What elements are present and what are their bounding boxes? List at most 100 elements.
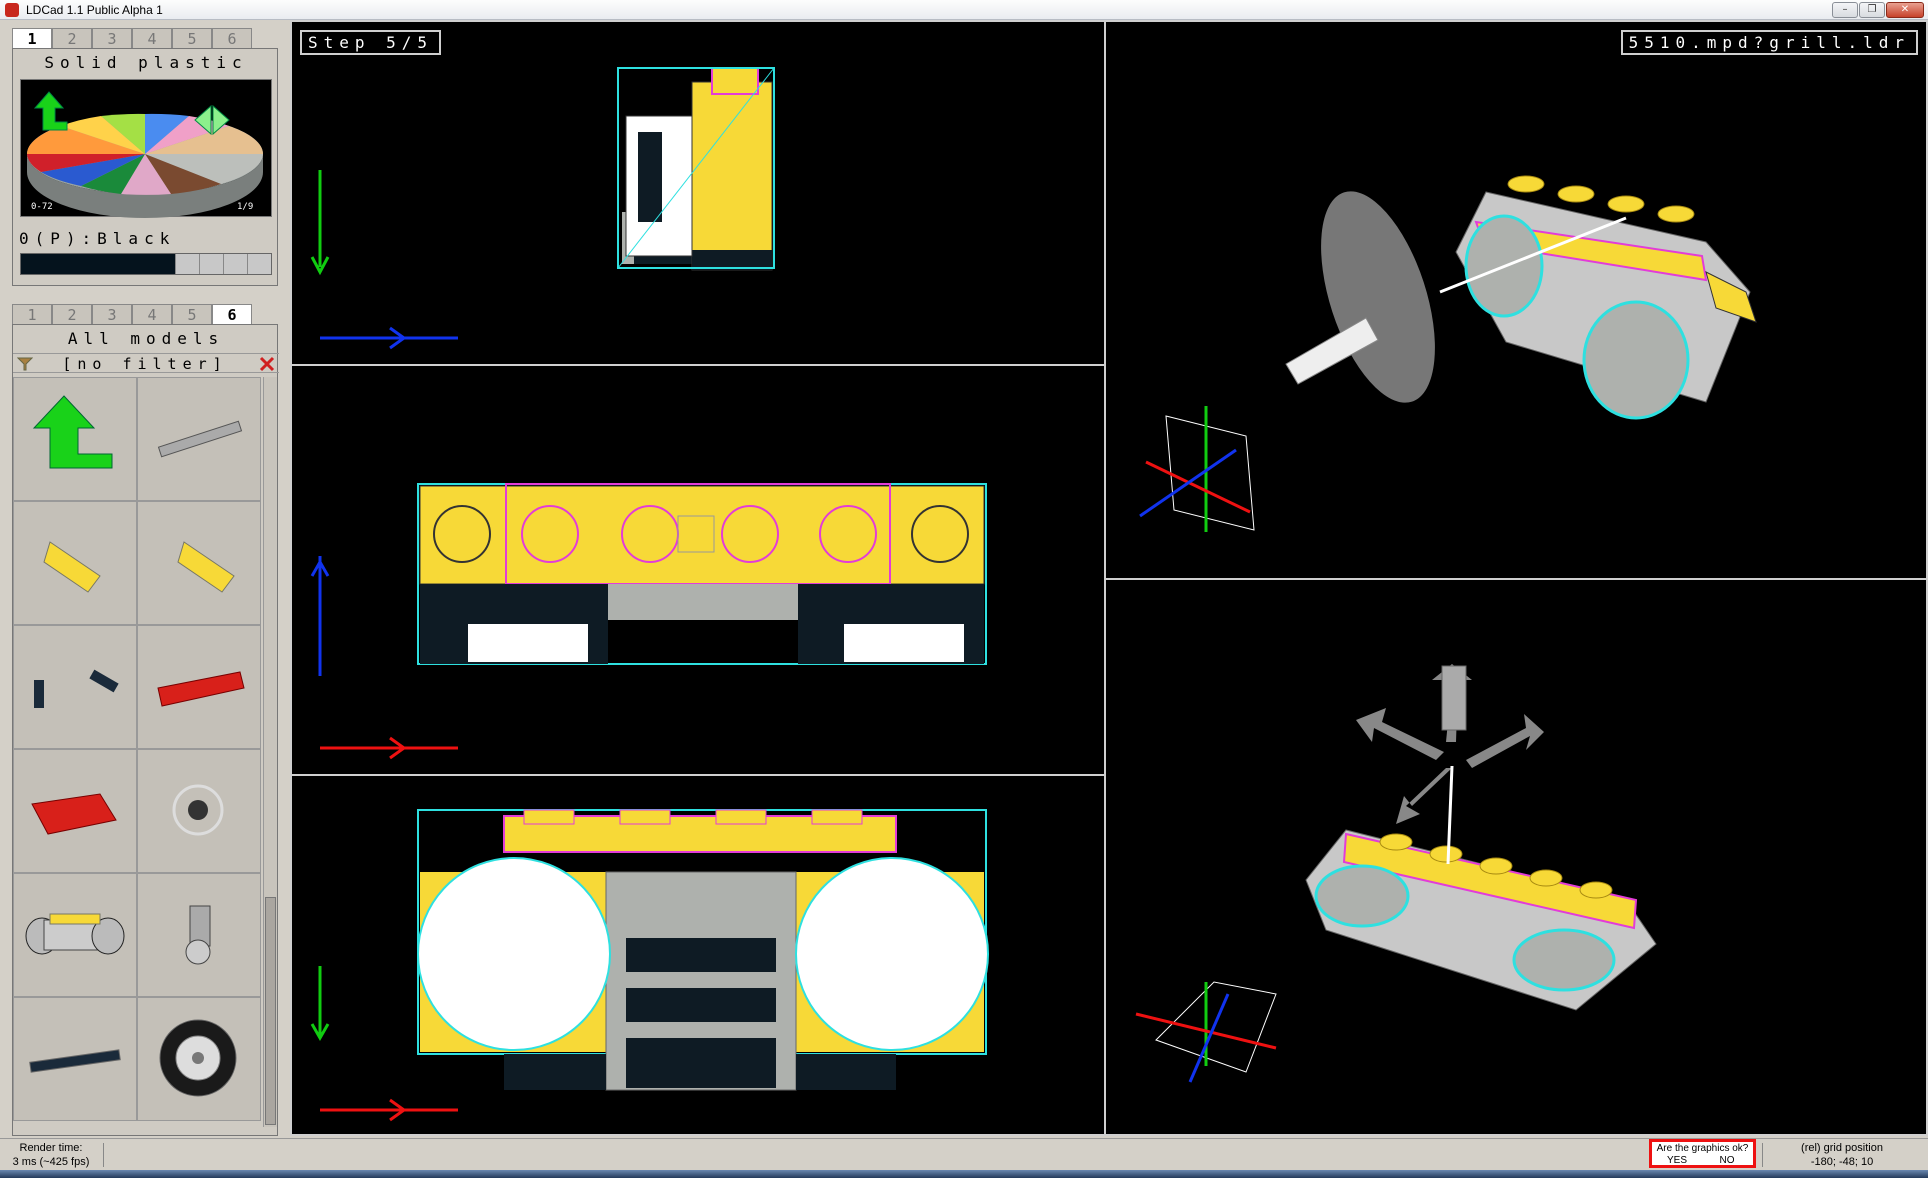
part-pin — [1441, 665, 1467, 731]
red-plate-4x6-icon — [31, 793, 117, 835]
part-bin-item[interactable] — [137, 873, 261, 997]
parts-scrollbar[interactable] — [263, 377, 277, 1127]
recent-color-swatch[interactable] — [175, 254, 199, 274]
color-wheel-area[interactable]: 0-72 1/9 — [20, 79, 272, 218]
color-bin-panel: 1 2 3 4 5 6 Solid plastic 0-72 1/9 0(P):… — [0, 28, 290, 290]
parts-bin-panel: 1 2 3 4 5 6 All models [no filter] — [0, 304, 290, 1136]
part-bin-item[interactable] — [137, 501, 261, 625]
technic-beam-part-icon — [157, 420, 243, 458]
color-tab-2[interactable]: 2 — [52, 28, 92, 48]
yellow-wedge-plate-right-icon — [177, 541, 235, 593]
recent-color-swatch[interactable] — [247, 254, 271, 274]
parts-tab-5[interactable]: 5 — [172, 304, 212, 324]
current-color-name: 0(P):Black — [19, 229, 176, 248]
color-tab-6[interactable]: 6 — [212, 28, 252, 48]
recent-color-swatch[interactable] — [223, 254, 247, 274]
close-button[interactable]: ✕ — [1886, 2, 1924, 18]
stud — [1579, 881, 1613, 899]
grid-plane — [1165, 415, 1255, 531]
color-wheel-svg — [27, 91, 263, 218]
black-technic-axle-icon — [29, 1049, 121, 1073]
viewport-3d-bottom[interactable] — [1104, 578, 1928, 1136]
part-bin-item[interactable] — [13, 997, 137, 1121]
up-level-arrow-icon — [32, 395, 113, 469]
stud — [1529, 869, 1563, 887]
part-bin-item[interactable] — [13, 873, 137, 997]
status-divider — [103, 1143, 104, 1167]
stud — [523, 809, 575, 825]
viewport-3d-bottom-scene — [1135, 664, 1657, 1083]
color-tab-3[interactable]: 3 — [92, 28, 132, 48]
color-tab-1[interactable]: 1 — [12, 28, 52, 48]
viewport-3d-top-scene — [1139, 175, 1757, 532]
current-color-swatch[interactable] — [21, 254, 175, 274]
filter-icon[interactable] — [17, 356, 33, 372]
brick-part — [504, 1054, 606, 1090]
wheel-part — [1314, 864, 1410, 928]
recent-color-swatch[interactable] — [199, 254, 223, 274]
color-range-label: 0-72 — [31, 202, 53, 212]
graphics-question: Are the graphics ok? — [1656, 1143, 1749, 1154]
hinge-part-icon — [185, 905, 211, 965]
wheel-part — [795, 857, 989, 1051]
selected-part — [711, 67, 759, 95]
wheel-part — [417, 857, 611, 1051]
maximize-button[interactable]: ❐ — [1859, 2, 1885, 18]
window-title: LDCad 1.1 Public Alpha 1 — [26, 3, 163, 17]
parts-tab-6[interactable]: 6 — [212, 304, 252, 324]
graphics-no-button[interactable]: NO — [1712, 1155, 1742, 1166]
part-bin-item[interactable] — [137, 749, 261, 873]
parts-grid — [13, 377, 261, 1127]
rotation-disc-handle[interactable] — [1298, 178, 1457, 417]
red-plate-2x6-icon — [157, 671, 245, 707]
grid-plane — [1155, 981, 1277, 1073]
viewport-side[interactable] — [290, 774, 1106, 1136]
part-bin-item[interactable] — [13, 377, 137, 501]
parts-tab-4[interactable]: 4 — [132, 304, 172, 324]
up-arrow-icon[interactable] — [33, 91, 68, 131]
move-arrow-left[interactable] — [1356, 708, 1444, 760]
os-taskbar — [0, 1170, 1928, 1178]
stud — [619, 809, 671, 825]
grill-submodel-icon — [25, 913, 125, 955]
part-bin-item[interactable] — [137, 625, 261, 749]
stud — [1607, 195, 1645, 213]
minimize-button[interactable]: – — [1832, 2, 1858, 18]
viewport-front-scene — [310, 483, 987, 760]
filter-bar[interactable]: [no filter] — [13, 353, 279, 373]
graphics-yes-button[interactable]: YES — [1662, 1155, 1692, 1166]
render-time-label: Render time: — [19, 1142, 83, 1154]
parts-scrollbar-thumb[interactable] — [265, 897, 276, 1125]
stud — [1479, 857, 1513, 875]
model-path-label[interactable]: 5510.mpd?grill.ldr — [1620, 30, 1918, 55]
clear-filter-icon[interactable] — [259, 356, 275, 372]
axis-x — [1145, 460, 1251, 514]
part-bin-item[interactable] — [13, 749, 137, 873]
grill-slot — [626, 1038, 776, 1088]
part-bin-item[interactable] — [13, 625, 137, 749]
move-arrow-right[interactable] — [1466, 714, 1544, 768]
parts-tab-2[interactable]: 2 — [52, 304, 92, 324]
viewport-front[interactable] — [290, 364, 1106, 776]
parts-bin-frame: All models [no filter] — [12, 324, 279, 1136]
color-tab-5[interactable]: 5 — [172, 28, 212, 48]
yellow-wedge-plate-left-icon — [43, 541, 101, 593]
viewport-3d-top[interactable]: 5510.mpd?grill.ldr — [1104, 20, 1928, 580]
brick-part — [691, 81, 773, 271]
color-bin-tabs: 1 2 3 4 5 6 — [12, 28, 252, 48]
part-bin-item[interactable] — [137, 997, 261, 1121]
parts-tab-3[interactable]: 3 — [92, 304, 132, 324]
viewport-top[interactable]: Step 5/5 — [290, 20, 1106, 366]
step-indicator[interactable]: Step 5/5 — [300, 30, 442, 55]
move-arrow-down[interactable] — [1396, 768, 1452, 824]
color-tab-4[interactable]: 4 — [132, 28, 172, 48]
stud — [1657, 205, 1695, 223]
parts-bin-tabs: 1 2 3 4 5 6 — [12, 304, 252, 324]
part-bin-item[interactable] — [13, 501, 137, 625]
brick-part — [796, 1054, 896, 1090]
stud — [811, 809, 863, 825]
tire-wheel-icon — [159, 1019, 237, 1097]
part-bin-item[interactable] — [137, 377, 261, 501]
grill-slot — [626, 988, 776, 1022]
parts-tab-1[interactable]: 1 — [12, 304, 52, 324]
